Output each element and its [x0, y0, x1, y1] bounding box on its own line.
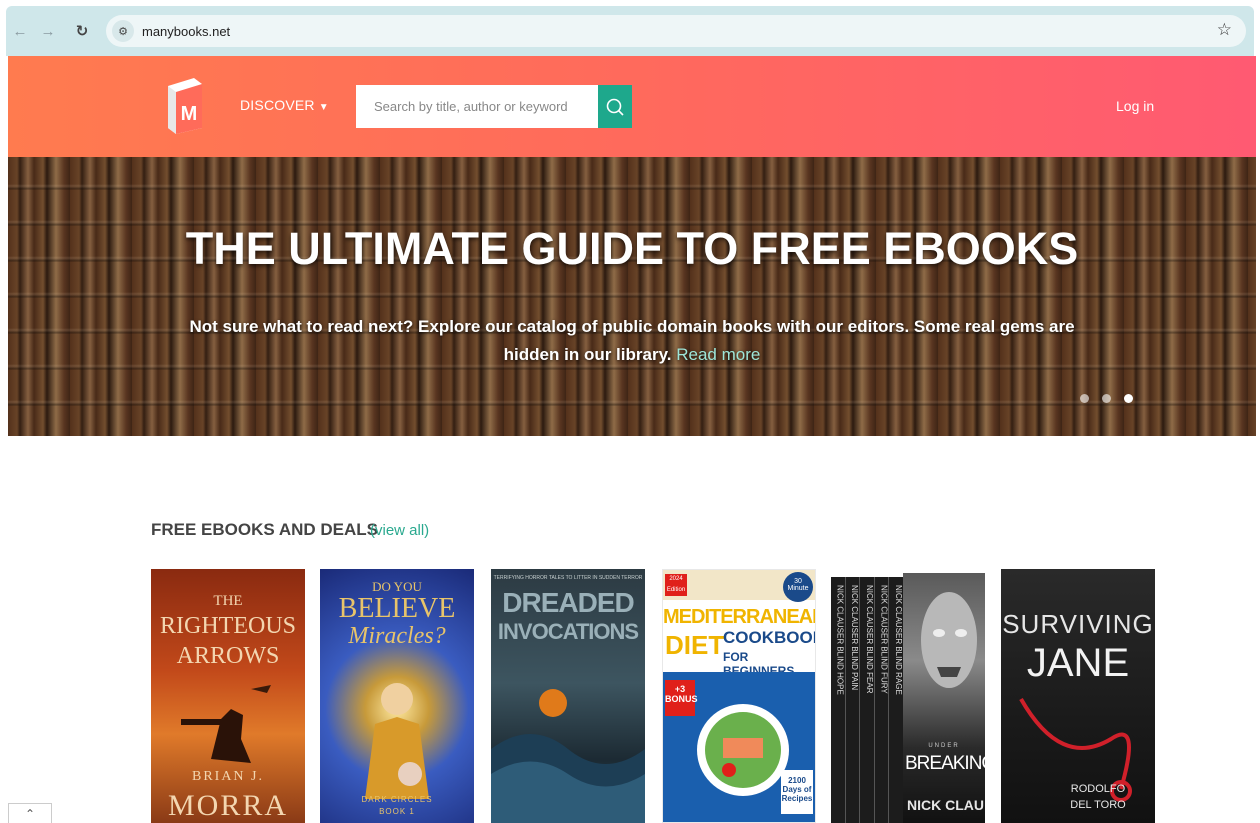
book-spine: NICK CLAUSER BLIND HOPE [831, 577, 846, 823]
book-spine: NICK CLAUSER BLIND FURY [875, 577, 890, 823]
arrow-left-icon: ← [12, 22, 28, 40]
front-cover-author: NICK CLAU [907, 797, 984, 813]
address-bar[interactable]: ⚙ manybooks.net ☆ [106, 15, 1246, 47]
login-link[interactable]: Log in [1116, 98, 1154, 114]
box-front-cover: UNDER BREAKING NICK CLAU [903, 573, 985, 823]
arrow-right-icon: → [40, 22, 56, 40]
book-spine: NICK CLAUSER BLIND RAGE [893, 585, 903, 695]
salad-plate-illustration [697, 704, 789, 796]
discover-menu[interactable]: DISCOVER ▼ [240, 97, 329, 113]
reload-button[interactable]: ↻ [68, 17, 96, 45]
book-title-line: THE [213, 593, 243, 609]
caret-down-icon: ▼ [318, 102, 329, 113]
book-cover-blind-series-box[interactable]: NICK CLAUSER BLIND HOPE NICK CLAUSER BLI… [831, 569, 985, 823]
book-spine: NICK CLAUSER BLIND PAIN [846, 577, 861, 823]
hero-text: Not sure what to read next? Explore our … [178, 313, 1086, 369]
monk-illustration [365, 683, 429, 799]
star-icon[interactable]: ☆ [1217, 20, 1232, 40]
scroll-top-button[interactable]: ⌃ [8, 803, 52, 823]
pumpkin-illustration [491, 689, 645, 823]
minute-badge: 30 Minute [783, 572, 813, 602]
stethoscope-illustration [1019, 698, 1132, 802]
hero-description: Not sure what to read next? Explore our … [189, 317, 1075, 364]
bookshelf-background [8, 157, 1256, 436]
book-title-line: BELIEVE [338, 593, 456, 624]
discover-label: DISCOVER [240, 97, 315, 113]
browser-toolbar: ← → ↻ ⚙ manybooks.net ☆ [6, 6, 1254, 56]
book-cover-dreaded-invocations[interactable]: TERRIFYING HORROR TALES TO LITTER IN SUD… [491, 569, 645, 823]
book-title-line: DIET [665, 630, 725, 660]
back-button[interactable]: ← [6, 17, 34, 45]
book-author-line: MORRA [167, 789, 289, 822]
book-title-line: MEDITERRANEAN [663, 606, 816, 628]
book-title-line: DREADED [502, 587, 634, 618]
book-title-line: INVOCATIONS [497, 619, 639, 644]
book-spines: NICK CLAUSER BLIND HOPE NICK CLAUSER BLI… [831, 577, 903, 823]
soldier-illustration [181, 685, 271, 763]
days-badge: 2100 Days of Recipes [781, 770, 813, 814]
edition-badge: 2024 Edition [665, 574, 687, 596]
book-title-line: SURVIVING [1002, 609, 1154, 639]
read-more-link[interactable]: Read more [676, 345, 760, 364]
book-title-line: COOKBOOK [723, 628, 816, 647]
book-author-line: RODOLFO [1070, 783, 1126, 795]
site-header: M DISCOVER▼ Log in [8, 56, 1256, 157]
front-cover-title: BREAKING [905, 753, 985, 774]
book-tagline: TERRIFYING HORROR TALES TO LITTER IN SUD… [493, 575, 643, 581]
book-cover-mediterranean-diet[interactable]: 2024 Edition 30 Minute MEDITERRANEAN DIE… [662, 569, 816, 823]
search-button[interactable] [598, 85, 632, 128]
carousel-dot-1[interactable] [1080, 394, 1089, 403]
book-title-line: ARROWS [176, 643, 280, 669]
book-cover-righteous-arrows[interactable]: THE RIGHTEOUS ARROWS BRIAN J. MORRA [151, 569, 305, 823]
front-cover-top: UNDER [928, 743, 960, 749]
logo-letter: M [181, 103, 198, 125]
bonus-badge: +3 BONUS [665, 680, 698, 716]
view-all-link[interactable]: (view all) [370, 522, 429, 539]
reload-icon: ↻ [75, 23, 89, 40]
search-input[interactable] [356, 85, 598, 128]
carousel-dot-2[interactable] [1102, 394, 1111, 403]
carousel-dots [1080, 394, 1133, 403]
search-icon [606, 98, 624, 116]
hero-banner: THE ULTIMATE GUIDE TO FREE EBOOKS Not su… [8, 157, 1256, 436]
url-text: manybooks.net [142, 23, 231, 39]
forward-button[interactable]: → [34, 17, 62, 45]
carousel-dot-3[interactable] [1124, 394, 1133, 403]
site-info-icon[interactable]: ⚙ [112, 20, 134, 42]
book-author-line: DARK CIRCLES [361, 795, 433, 804]
book-title-line: Miracles? [348, 623, 446, 649]
manybooks-logo[interactable]: M [164, 76, 206, 134]
book-title-line: RIGHTEOUS [160, 613, 296, 639]
book-author-line: DEL TORO [1070, 799, 1126, 811]
chevron-up-icon: ⌃ [24, 806, 36, 821]
book-author-line: BOOK 1 [379, 807, 415, 816]
book-author-line: BRIAN J. [191, 769, 264, 784]
section-title: FREE EBOOKS AND DEALS [151, 520, 379, 539]
book-cover-believe-miracles[interactable]: DO YOU BELIEVE Miracles? DARK CIRCLES BO… [320, 569, 474, 823]
book-cover-surviving-jane[interactable]: SURVIVING JANE RODOLFO DEL TORO [1001, 569, 1155, 823]
zombie-face-illustration [921, 592, 977, 688]
book-spine: NICK CLAUSER BLIND FEAR [860, 577, 875, 823]
hero-title: THE ULTIMATE GUIDE TO FREE EBOOKS [185, 223, 1079, 274]
